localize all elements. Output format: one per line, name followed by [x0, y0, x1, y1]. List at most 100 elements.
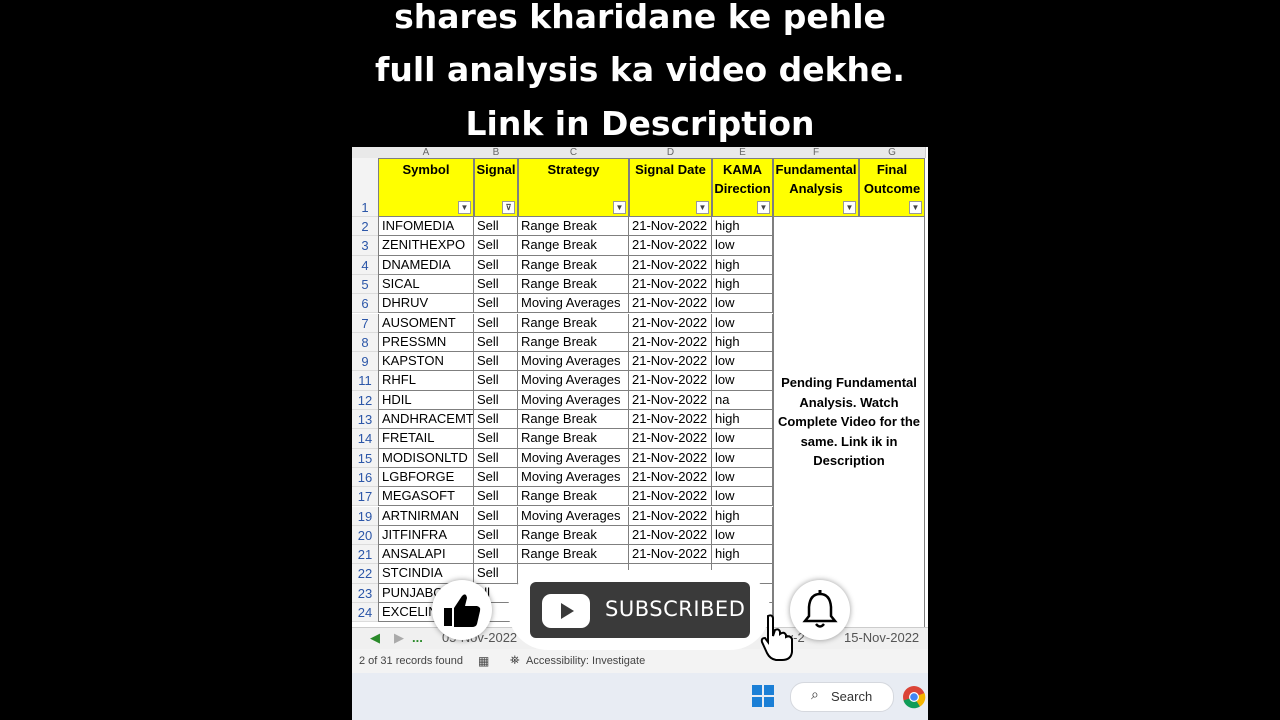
cell-signal[interactable]: Sell [474, 506, 518, 526]
cell-signal-date[interactable]: 21-Nov-2022 [629, 429, 712, 449]
row-number[interactable]: 15 [352, 448, 378, 468]
cell-signal[interactable]: Sell [474, 352, 518, 372]
cell-signal[interactable]: Sell [474, 217, 518, 237]
cell-kama-direction[interactable]: low [712, 487, 773, 507]
column-header-f[interactable]: F [773, 147, 860, 158]
cell-signal-date[interactable]: 21-Nov-2022 [629, 410, 712, 430]
spreadsheet-grid[interactable]: A B C D E F G 1 Symbol ▼ Signal ⊽ Strate… [352, 147, 928, 627]
cell-signal[interactable]: Sell [474, 525, 518, 546]
cell-strategy[interactable]: Moving Averages [518, 352, 629, 372]
cell-signal[interactable]: Sell [474, 410, 518, 430]
row-number[interactable]: 8 [352, 332, 378, 353]
cell-signal-date[interactable]: 21-Nov-2022 [629, 332, 712, 353]
cell-signal[interactable]: Sell [474, 390, 518, 410]
cell-signal[interactable]: Sell [474, 487, 518, 507]
cell-signal-date[interactable]: 21-Nov-2022 [629, 506, 712, 526]
cell-symbol[interactable]: DNAMEDIA [378, 255, 474, 275]
cell-strategy[interactable]: Range Break [518, 217, 629, 237]
cell-strategy[interactable]: Moving Averages [518, 371, 629, 391]
cell-signal[interactable]: Sell [474, 332, 518, 353]
filter-dropdown-fundamental[interactable]: ▼ [843, 201, 856, 214]
cell-strategy[interactable]: Range Break [518, 236, 629, 256]
cell-kama-direction[interactable]: low [712, 448, 773, 468]
filter-dropdown-kama[interactable]: ▼ [757, 201, 770, 214]
cell-signal-date[interactable]: 21-Nov-2022 [629, 487, 712, 507]
cell-signal-date[interactable]: 21-Nov-2022 [629, 352, 712, 372]
cell-symbol[interactable]: DHRUV [378, 294, 474, 314]
cell-signal[interactable]: Sell [474, 294, 518, 314]
cell-signal[interactable]: Sell [474, 371, 518, 391]
row-number[interactable]: 11 [352, 371, 378, 391]
row-number[interactable]: 22 [352, 564, 378, 584]
cell-signal-date[interactable]: 21-Nov-2022 [629, 255, 712, 275]
row-number[interactable]: 24 [352, 603, 378, 623]
select-all-corner[interactable] [352, 147, 379, 158]
row-number[interactable]: 2 [352, 217, 378, 237]
chrome-icon[interactable] [902, 685, 926, 709]
cell-signal[interactable]: Sell [474, 429, 518, 449]
macro-record-icon[interactable]: ▦ [478, 654, 489, 668]
row-number-1[interactable]: 1 [352, 158, 378, 217]
cell-strategy[interactable]: Range Break [518, 525, 629, 546]
cell-symbol[interactable]: HDIL [378, 390, 474, 410]
column-header-a[interactable]: A [378, 147, 475, 158]
cell-strategy[interactable]: Range Break [518, 487, 629, 507]
cell-signal[interactable]: Sell [474, 313, 518, 333]
cell-signal-date[interactable]: 21-Nov-2022 [629, 525, 712, 546]
cell-strategy[interactable]: Moving Averages [518, 294, 629, 314]
filter-dropdown-final[interactable]: ▼ [909, 201, 922, 214]
cell-symbol[interactable]: KAPSTON [378, 352, 474, 372]
cell-signal[interactable]: Sell [474, 467, 518, 488]
cell-symbol[interactable]: ANDHRACEMT [378, 410, 474, 430]
accessibility-status[interactable]: Accessibility: Investigate [526, 655, 645, 667]
row-number[interactable]: 6 [352, 294, 378, 314]
cell-signal[interactable]: Sell [474, 448, 518, 468]
cell-kama-direction[interactable]: low [712, 236, 773, 256]
cell-strategy[interactable]: Range Break [518, 332, 629, 353]
cell-strategy[interactable]: Range Break [518, 313, 629, 333]
tab-15-nov-2022[interactable]: 15-Nov-2022 [844, 630, 919, 645]
cell-symbol[interactable]: AUSOMENT [378, 313, 474, 333]
column-header-g[interactable]: G [859, 147, 926, 158]
row-number[interactable]: 5 [352, 274, 378, 295]
cell-kama-direction[interactable]: low [712, 371, 773, 391]
row-number[interactable]: 3 [352, 236, 378, 256]
tab-scroll-right-icon[interactable]: ▶ [394, 630, 404, 646]
cell-signal[interactable]: Sell [474, 545, 518, 565]
filter-dropdown-signal-date[interactable]: ▼ [696, 201, 709, 214]
cell-symbol[interactable]: FRETAIL [378, 429, 474, 449]
cell-strategy[interactable]: Range Break [518, 255, 629, 275]
cell-signal-date[interactable]: 21-Nov-2022 [629, 217, 712, 237]
row-number[interactable]: 9 [352, 352, 378, 372]
cell-symbol[interactable]: SICAL [378, 274, 474, 295]
cell-kama-direction[interactable]: high [712, 255, 773, 275]
accessibility-icon[interactable]: ⛯ [510, 653, 520, 668]
row-number[interactable]: 23 [352, 583, 378, 603]
cell-kama-direction[interactable]: low [712, 313, 773, 333]
cell-signal-date[interactable]: 21-Nov-2022 [629, 371, 712, 391]
cell-kama-direction[interactable]: na [712, 390, 773, 410]
like-button[interactable] [432, 580, 492, 640]
cell-strategy[interactable]: Range Break [518, 274, 629, 295]
cell-kama-direction[interactable]: low [712, 525, 773, 546]
cell-kama-direction[interactable]: low [712, 467, 773, 488]
cell-kama-direction[interactable]: high [712, 410, 773, 430]
cell-signal[interactable]: Sell [474, 274, 518, 295]
column-header-d[interactable]: D [629, 147, 713, 158]
cell-symbol[interactable]: MEGASOFT [378, 487, 474, 507]
row-number[interactable]: 4 [352, 255, 378, 275]
cell-symbol[interactable]: RHFL [378, 371, 474, 391]
cell-strategy[interactable]: Moving Averages [518, 467, 629, 488]
column-header-b[interactable]: B [474, 147, 519, 158]
row-number[interactable]: 12 [352, 390, 378, 410]
cell-signal-date[interactable]: 21-Nov-2022 [629, 294, 712, 314]
cell-signal-date[interactable]: 21-Nov-2022 [629, 236, 712, 256]
cell-symbol[interactable]: ANSALAPI [378, 545, 474, 565]
cell-kama-direction[interactable]: high [712, 274, 773, 295]
subscribed-button[interactable]: SUBSCRIBED [530, 582, 750, 638]
cell-strategy[interactable]: Moving Averages [518, 506, 629, 526]
cell-strategy[interactable]: Moving Averages [518, 448, 629, 468]
windows-start-icon[interactable] [752, 685, 774, 707]
cell-kama-direction[interactable]: low [712, 294, 773, 314]
row-number[interactable]: 13 [352, 410, 378, 430]
